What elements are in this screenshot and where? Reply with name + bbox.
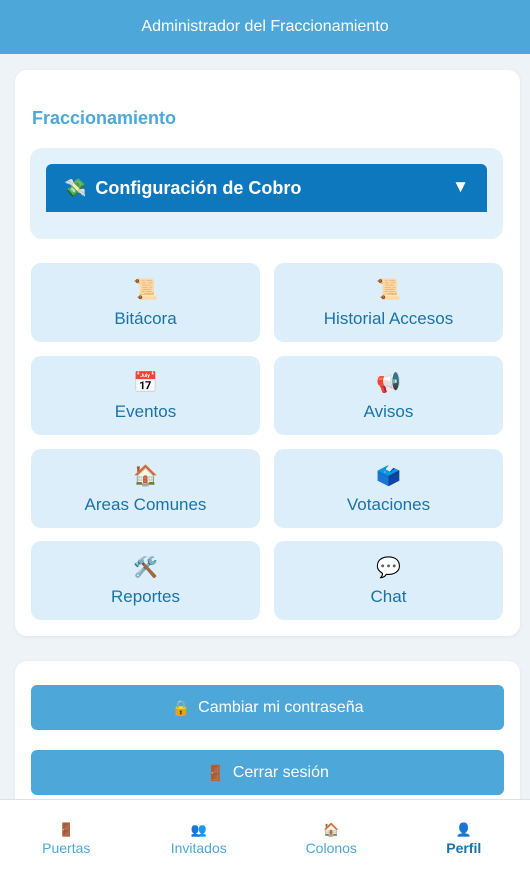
scroll-icon: 📜 [133, 278, 158, 301]
logout-label: Cerrar sesión [232, 763, 329, 781]
speech-bubble-icon: 💬 [376, 556, 401, 579]
tile-avisos[interactable]: 📢 Avisos [274, 356, 503, 435]
tools-icon: 🛠️ [133, 556, 158, 579]
bottom-nav: 🚪 Puertas 👥 Invitados 🏠 Colonos 👤 Perfil [0, 799, 530, 872]
tile-label: Chat [370, 586, 407, 606]
tile-eventos[interactable]: 📅 Eventos [31, 356, 260, 435]
tile-historial-accesos[interactable]: 📜 Historial Accesos [274, 263, 503, 342]
tile-chat[interactable]: 💬 Chat [274, 541, 503, 620]
tile-label: Historial Accesos [323, 308, 454, 328]
nav-label: Invitados [170, 840, 227, 856]
door-icon: 🚪 [58, 822, 75, 837]
house-icon: 🏠 [323, 822, 340, 837]
tile-label: Avisos [363, 401, 414, 421]
tile-label: Areas Comunes [84, 494, 207, 514]
page-title: Administrador del Fraccionamiento [141, 18, 389, 35]
billing-config-label: Configuración de Cobro [95, 177, 302, 198]
nav-label: Perfil [446, 840, 482, 856]
nav-item-perfil[interactable]: 👤 Perfil [398, 800, 530, 872]
tile-reportes[interactable]: 🛠️ Reportes [31, 541, 260, 620]
ballot-box-icon: 🗳️ [376, 464, 401, 487]
tile-label: Reportes [111, 586, 180, 606]
megaphone-icon: 📢 [376, 371, 401, 394]
nav-label: Colonos [305, 840, 357, 856]
nav-label: Puertas [42, 840, 91, 856]
caret-down-icon: ▼ [452, 177, 469, 196]
scroll-icon: 📜 [376, 278, 401, 301]
billing-config-panel: 💸 Configuración de Cobro ▼ [30, 148, 503, 239]
house-icon: 🏠 [133, 464, 158, 487]
tile-bitacora[interactable]: 📜 Bitácora [31, 263, 260, 342]
app-header: Administrador del Fraccionamiento [0, 0, 530, 54]
door-icon: 🚪 [206, 764, 225, 782]
billing-config-toggle[interactable]: 💸 Configuración de Cobro ▼ [46, 164, 487, 212]
lock-icon: 🔒 [171, 699, 191, 717]
people-icon: 👥 [190, 822, 207, 837]
nav-item-colonos[interactable]: 🏠 Colonos [265, 800, 398, 872]
calendar-icon: 📅 [133, 371, 158, 394]
change-password-button[interactable]: 🔒 Cambiar mi contraseña [31, 685, 504, 730]
tile-label: Votaciones [346, 494, 431, 514]
change-password-label: Cambiar mi contraseña [198, 698, 364, 716]
logout-button[interactable]: 🚪 Cerrar sesión [31, 750, 504, 795]
tile-votaciones[interactable]: 🗳️ Votaciones [274, 449, 503, 528]
money-icon: 💸 [64, 177, 87, 198]
tile-label: Bitácora [114, 308, 177, 328]
tile-areas-comunes[interactable]: 🏠 Areas Comunes [31, 449, 260, 528]
user-icon: 👤 [455, 822, 472, 837]
tile-label: Eventos [114, 401, 177, 421]
nav-item-puertas[interactable]: 🚪 Puertas [0, 800, 133, 872]
section-title: Fraccionamiento [32, 108, 177, 128]
nav-item-invitados[interactable]: 👥 Invitados [133, 800, 266, 872]
fraccionamiento-card: Fraccionamiento 💸 Configuración de Cobro… [15, 70, 520, 636]
account-card: 🔒 Cambiar mi contraseña 🚪 Cerrar sesión [15, 661, 520, 821]
